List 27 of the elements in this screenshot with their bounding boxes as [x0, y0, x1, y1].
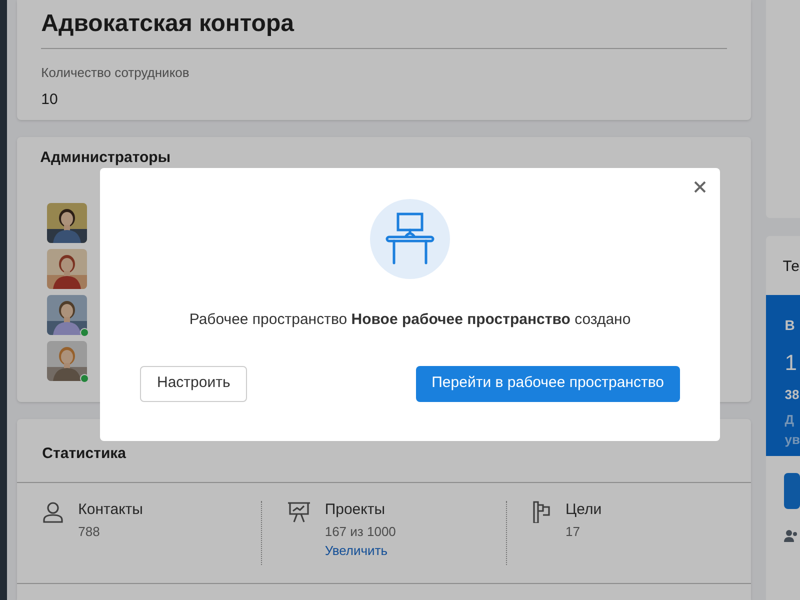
configure-button[interactable]: Настроить: [140, 366, 248, 402]
promo-note: ув: [784, 430, 800, 449]
promo-number: 1: [784, 348, 798, 376]
stat-value: 167 из 1000: [324, 522, 396, 540]
promo-title: В: [784, 316, 796, 334]
stat-label: Контакты: [78, 500, 143, 518]
panel-button[interactable]: [784, 472, 800, 508]
stat-value: 788: [78, 522, 101, 540]
company-title: Адвокатская контора: [41, 6, 728, 49]
promo-subtitle: 38: [784, 386, 800, 404]
person-icon: [42, 500, 64, 522]
stat-value: 17: [566, 522, 581, 540]
presentation-icon: [286, 500, 311, 522]
open-workspace-button[interactable]: Перейти в рабочее пространство: [416, 366, 680, 402]
desk-icon: [370, 199, 450, 279]
flag-icon: [532, 500, 552, 522]
employees-value: 10: [41, 90, 59, 110]
increase-link[interactable]: Увеличить: [324, 541, 396, 560]
close-icon: [694, 181, 706, 193]
panel-heading: Те: [782, 257, 800, 277]
users-icon: [784, 528, 798, 542]
employees-label: Количество сотрудников: [41, 64, 190, 82]
promo-note: Д: [784, 411, 796, 429]
dialog-message: Рабочее пространство Новое рабочее пространство создано: [189, 310, 631, 330]
admins-title: Администраторы: [40, 148, 172, 168]
stat-label: Цели: [566, 500, 602, 518]
stat-label: Проекты: [324, 500, 386, 518]
